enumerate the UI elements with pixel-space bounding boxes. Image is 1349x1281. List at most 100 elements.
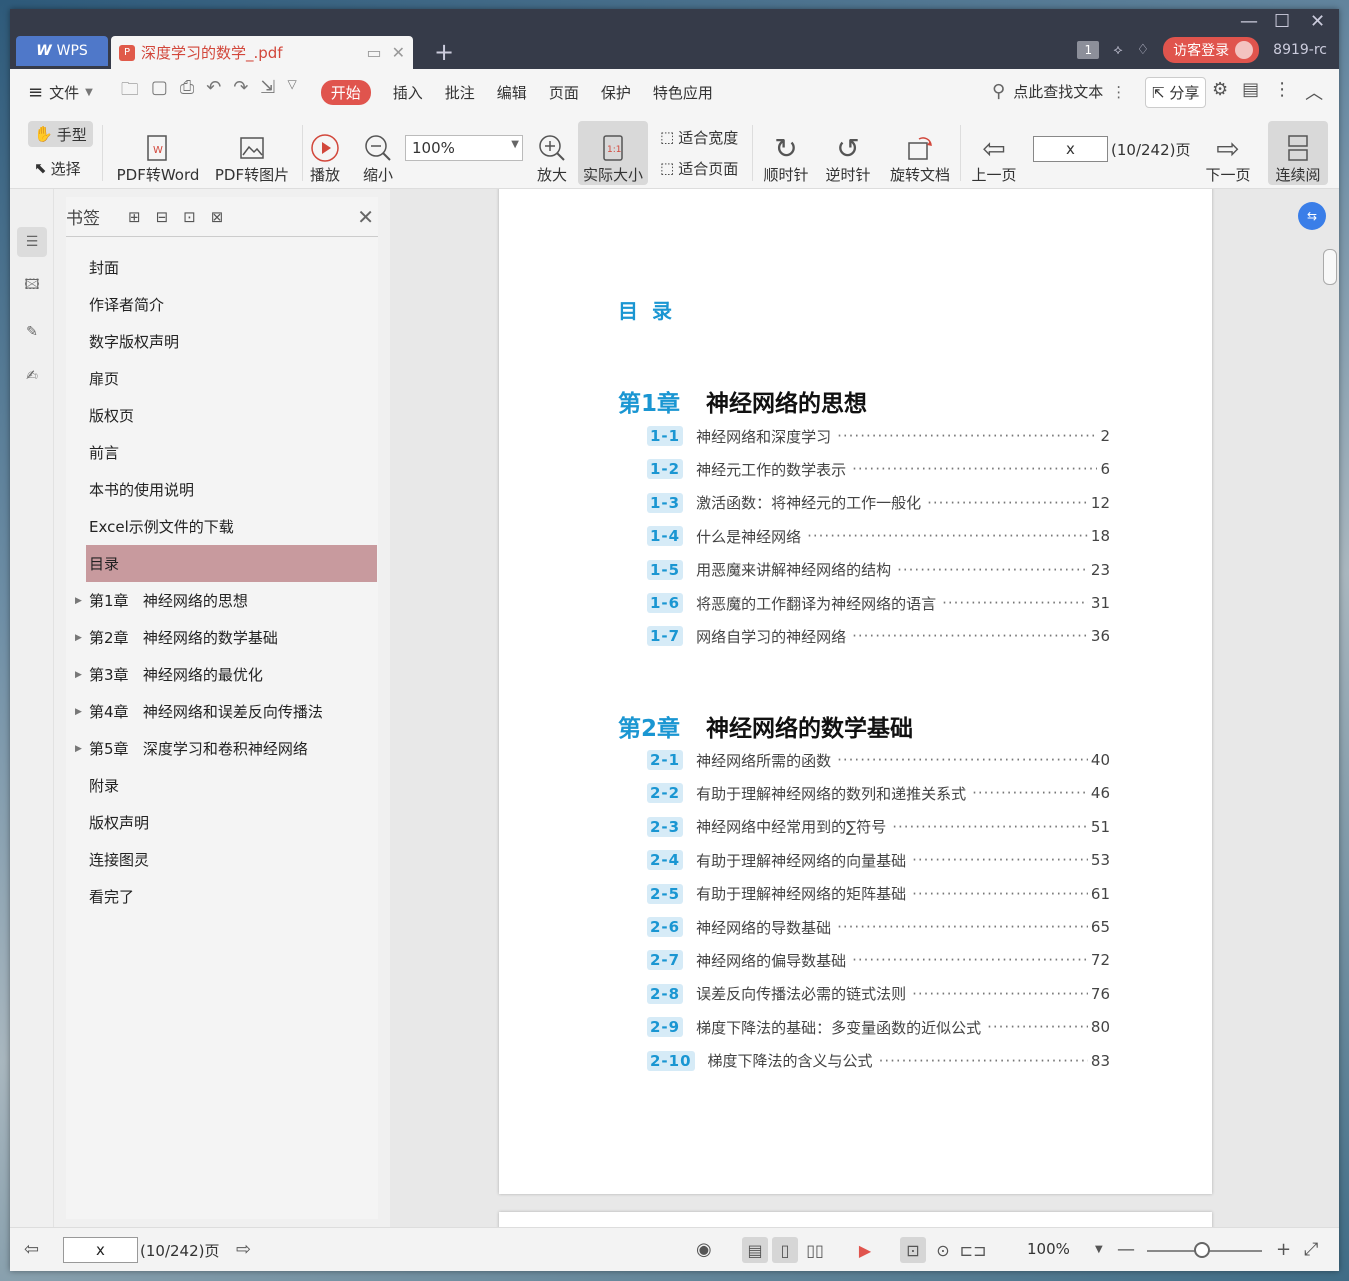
save-icon[interactable]: ▢ — [151, 77, 168, 107]
bookmark-item[interactable]: 封面 — [66, 249, 378, 286]
toc-entry[interactable]: 2-8 误差反向传播法必需的链式法则 ·······················… — [647, 982, 1110, 1006]
document-tab[interactable]: P 深度学习的数学_.pdf ▭ ✕ — [111, 36, 413, 69]
bookmark-item[interactable]: 扉页 — [66, 360, 378, 397]
skin-icon[interactable]: ⟡ — [1113, 42, 1122, 58]
bookmark-item[interactable]: 附录 — [66, 767, 378, 804]
expand-caret-icon[interactable]: ▶ — [75, 744, 82, 754]
open-folder-icon[interactable]: 🗀 — [121, 77, 139, 107]
toc-entry[interactable]: 1-1 神经网络和深度学习 ····························… — [647, 424, 1110, 448]
zoom-level[interactable]: 100% — [1027, 1240, 1070, 1258]
next-page-icon[interactable]: ⇨ — [236, 1239, 251, 1260]
play-button[interactable]: 播放 — [306, 121, 344, 185]
collapse-all-icon[interactable]: ⊟ — [156, 208, 169, 226]
expand-caret-icon[interactable]: ▶ — [75, 633, 82, 643]
pdf-to-word-button[interactable]: W PDF转Word — [110, 121, 206, 185]
bookmark-item[interactable]: 前言 — [66, 434, 378, 471]
fit-page-button[interactable]: ⬚ 适合页面 — [660, 156, 738, 180]
fit-page-icon[interactable]: ⊙ — [930, 1237, 956, 1263]
redo-icon[interactable]: ↷ — [233, 77, 248, 107]
expand-icon[interactable]: ⊡ — [183, 208, 196, 226]
undo-icon[interactable]: ↶ — [206, 77, 221, 107]
tab-start[interactable]: 开始 — [320, 79, 371, 105]
bookmark-item[interactable]: 版权声明 — [66, 804, 378, 841]
maximize-icon[interactable]: ☐ — [1274, 11, 1290, 32]
expand-caret-icon[interactable]: ▶ — [75, 707, 82, 717]
comment-icon[interactable]: ▤ — [1242, 79, 1259, 105]
bookmark-item[interactable]: 版权页 — [66, 397, 378, 434]
toc-entry[interactable]: 2-3 神经网络中经常用到的∑符号 ························… — [647, 815, 1110, 839]
toc-entry[interactable]: 1-5 用恶魔来讲解神经网络的结构 ························… — [647, 558, 1110, 582]
share-button[interactable]: ⇱ 分享 — [1145, 77, 1207, 108]
wps-home-tab[interactable]: W WPS — [16, 36, 108, 66]
more-vertical-icon[interactable]: ⋮ — [1111, 83, 1126, 101]
bookmark-item[interactable]: 连接图灵 — [66, 841, 378, 878]
pdf-to-image-button[interactable]: PDF转图片 — [212, 121, 292, 185]
toc-entry[interactable]: 2-2 有助于理解神经网络的数列和递推关系式 ···················… — [647, 781, 1110, 805]
export-icon[interactable]: ⇲ — [260, 77, 275, 107]
print-icon[interactable]: ⎙ — [180, 77, 194, 107]
more-dropdown-icon[interactable]: ▽ — [288, 77, 297, 107]
close-icon[interactable]: ✕ — [357, 205, 374, 229]
rotate-clockwise-button[interactable]: ↻ 顺时针 — [758, 121, 814, 185]
zoom-out-button[interactable]: 缩小 — [360, 121, 396, 185]
prev-page-button[interactable]: ⇦ 上一页 — [968, 121, 1020, 185]
collapse-ribbon-icon[interactable]: ︿ — [1305, 79, 1323, 105]
toc-entry[interactable]: 1-6 将恶魔的工作翻译为神经网络的语言 ·····················… — [647, 591, 1110, 615]
rotate-counterclockwise-button[interactable]: ↺ 逆时针 — [822, 121, 874, 185]
actual-size-button[interactable]: 1:1 实际大小 — [578, 121, 648, 185]
signature-icon[interactable]: ✍ — [17, 361, 47, 391]
zoom-in-icon[interactable]: + — [1276, 1239, 1291, 1260]
bookmark-item[interactable]: 本书的使用说明 — [66, 471, 378, 508]
zoom-out-icon[interactable]: — — [1117, 1239, 1135, 1260]
toc-entry[interactable]: 2-10 梯度下降法的含义与公式 ·························… — [647, 1049, 1110, 1073]
chevron-down-icon[interactable]: ▼ — [1095, 1244, 1103, 1255]
toc-entry[interactable]: 1-2 神经元工作的数学表示 ···························… — [647, 457, 1110, 481]
new-tab-button[interactable]: + — [434, 38, 454, 66]
tab-annotate[interactable]: 批注 — [445, 82, 475, 103]
file-menu[interactable]: ≡ 文件 ▼ — [28, 82, 93, 103]
minimize-icon[interactable]: — — [1240, 11, 1258, 32]
annotation-icon[interactable]: ✎ — [17, 317, 47, 347]
page-number-input[interactable]: x — [1033, 136, 1108, 162]
tab-special[interactable]: 特色应用 — [653, 82, 713, 103]
fit-width-button[interactable]: ⬚ 适合宽度 — [660, 125, 738, 149]
tab-insert[interactable]: 插入 — [393, 82, 423, 103]
shirt-icon[interactable]: ♢ — [1137, 42, 1150, 58]
toc-entry[interactable]: 2-7 神经网络的偏导数基础 ···························… — [647, 948, 1110, 972]
expand-caret-icon[interactable]: ▶ — [75, 670, 82, 680]
close-window-icon[interactable]: ✕ — [1310, 11, 1325, 32]
toc-entry[interactable]: 1-7 网络自学习的神经网络 ···························… — [647, 624, 1110, 648]
document-view[interactable]: 目录 第1章 神经网络的思想 1-1 神经网络和深度学习 ···············… — [390, 189, 1339, 1227]
scrollbar-thumb[interactable] — [1323, 249, 1337, 285]
single-page-view-icon[interactable]: ▯ — [772, 1237, 798, 1263]
tab-edit[interactable]: 编辑 — [497, 82, 527, 103]
thumbnail-icon[interactable]: 🖾 — [17, 271, 47, 301]
zoom-in-button[interactable]: 放大 — [534, 121, 570, 185]
play-icon[interactable]: ▶ — [852, 1237, 878, 1263]
bookmark-item[interactable]: 目录 — [86, 545, 377, 582]
toc-entry[interactable]: 2-4 有助于理解神经网络的向量基础 ·······················… — [647, 848, 1110, 872]
guest-login-button[interactable]: 访客登录 — [1163, 37, 1260, 63]
select-tool-button[interactable]: ⬉ 选择 — [34, 155, 81, 181]
two-page-view-icon[interactable]: ▯▯ — [802, 1237, 828, 1263]
floating-tool-icon[interactable]: ⇆ — [1298, 202, 1326, 230]
monitor-icon[interactable]: ▭ — [366, 43, 381, 62]
next-page-button[interactable]: ⇨ 下一页 — [1202, 121, 1254, 185]
expand-caret-icon[interactable]: ▶ — [75, 596, 82, 606]
toc-entry[interactable]: 2-6 神经网络的导数基础 ····························… — [647, 915, 1110, 939]
bookmark-item[interactable]: ▶ 第5章 深度学习和卷积神经网络 — [66, 730, 378, 767]
bookmark-item[interactable]: 数字版权声明 — [66, 323, 378, 360]
status-page-input[interactable]: x — [63, 1237, 138, 1263]
continuous-read-button[interactable]: 连续阅 — [1268, 121, 1328, 185]
toc-entry[interactable]: 2-9 梯度下降法的基础：多变量函数的近似公式 ··················… — [647, 1015, 1110, 1039]
window-count-badge[interactable]: 1 — [1077, 41, 1100, 59]
bookmark-option-icon[interactable]: ⊠ — [211, 208, 224, 226]
rotate-document-button[interactable]: 旋转文档 — [888, 121, 952, 185]
zoom-select[interactable]: 100% ▼ — [405, 135, 523, 161]
zoom-slider-handle[interactable] — [1194, 1242, 1210, 1258]
add-bookmark-icon[interactable]: ⊞ — [128, 208, 141, 226]
bookmark-item[interactable]: ▶ 第2章 神经网络的数学基础 — [66, 619, 378, 656]
toc-entry[interactable]: 1-4 什么是神经网络 ······························… — [647, 524, 1110, 548]
close-tab-icon[interactable]: ✕ — [392, 43, 405, 62]
bookmark-item[interactable]: ▶ 第4章 神经网络和误差反向传播法 — [66, 693, 378, 730]
